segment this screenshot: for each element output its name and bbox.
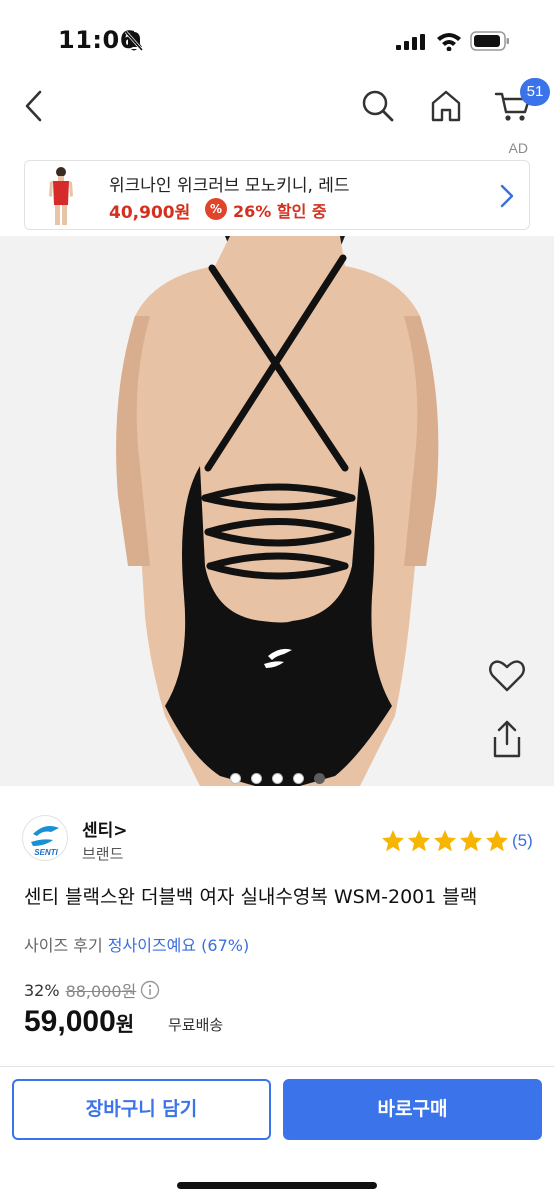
star-icon: [486, 830, 508, 852]
home-indicator: [177, 1182, 377, 1189]
brand-name-link[interactable]: 센티>: [82, 816, 128, 841]
rating-stars[interactable]: [380, 828, 510, 854]
size-review-label: 사이즈 후기: [24, 936, 103, 955]
star-icon: [382, 830, 404, 852]
product-image[interactable]: [0, 236, 554, 786]
heart-icon[interactable]: [487, 656, 527, 696]
pagination-dot[interactable]: [250, 773, 262, 784]
add-to-cart-button[interactable]: 장바구니 담기: [12, 1079, 271, 1140]
price-unit: 원: [115, 1012, 135, 1036]
senti-logo: SENTI: [31, 826, 59, 857]
search-icon[interactable]: [360, 88, 396, 124]
divider: [0, 1066, 554, 1067]
chevron-right-icon: [500, 184, 514, 208]
pagination-dot[interactable]: [229, 773, 241, 784]
product-title: 센티 블랙스완 더블백 여자 실내수영복 WSM-2001 블랙: [24, 886, 478, 908]
ad-discount: 26% 할인 중: [233, 202, 327, 221]
pagination-dot[interactable]: [271, 773, 283, 784]
brand-subtitle: 브랜드: [82, 845, 124, 863]
wifi-icon: [437, 33, 461, 51]
star-icon: [460, 830, 482, 852]
brand-logo[interactable]: SENTI: [22, 815, 68, 861]
price-discount-row: 32% 88,000원: [24, 978, 160, 1002]
price-value: 59,000: [24, 1005, 116, 1038]
bell-off-icon: [124, 31, 144, 51]
sale-price: 59,000원: [24, 1005, 134, 1039]
battery-icon: [470, 31, 509, 51]
size-review[interactable]: 사이즈 후기 정사이즈예요 (67%): [24, 932, 249, 956]
image-pagination: [0, 769, 554, 784]
info-icon[interactable]: [140, 980, 160, 1000]
buy-now-button[interactable]: 바로구매: [283, 1079, 542, 1140]
percent-icon: %: [205, 198, 227, 220]
ad-price: 40,900원: [109, 203, 191, 223]
ad-title: 위크나인 위크러브 모노키니, 레드: [109, 176, 350, 196]
cart-count-badge: 51: [520, 78, 550, 106]
share-icon[interactable]: [489, 720, 525, 760]
size-review-value: 정사이즈예요 (67%): [107, 936, 250, 955]
ad-label: AD: [508, 140, 528, 156]
product-photo: [0, 236, 554, 786]
review-count[interactable]: (5): [512, 831, 533, 851]
shipping-info: 무료배송: [168, 1016, 224, 1034]
back-icon[interactable]: [20, 86, 48, 126]
home-icon[interactable]: [428, 88, 464, 124]
brand-chevron: >: [113, 821, 128, 841]
pagination-dot[interactable]: [313, 773, 325, 784]
discount-rate: 32%: [24, 980, 60, 1000]
star-icon: [434, 830, 456, 852]
status-bar: 11:06: [0, 0, 554, 80]
original-price: 88,000원: [65, 982, 137, 1001]
pagination-dot[interactable]: [292, 773, 304, 784]
star-icon: [408, 830, 430, 852]
ad-product-thumbnail: [41, 165, 81, 227]
top-nav: [0, 80, 554, 136]
brand-name: 센티: [82, 821, 114, 841]
cellular-signal-icon: [396, 34, 425, 50]
brand-logo-text: SENTI: [34, 848, 58, 857]
ad-banner[interactable]: 위크나인 위크러브 모노키니, 레드 40,900원 % 26% 할인 중: [24, 160, 530, 230]
